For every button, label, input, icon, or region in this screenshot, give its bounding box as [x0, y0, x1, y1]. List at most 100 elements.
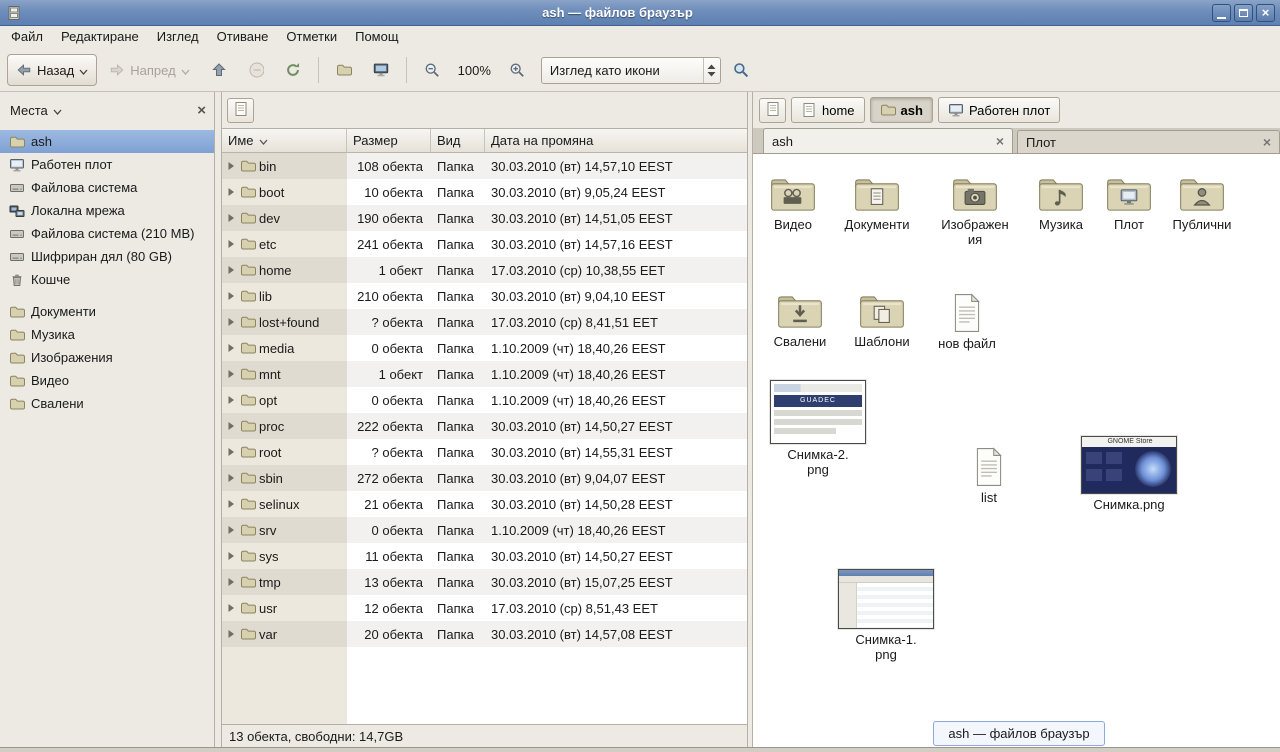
breadcrumb-button[interactable]: home — [791, 97, 865, 123]
file-icon-item[interactable]: Документи — [829, 174, 925, 232]
menu-item[interactable]: Отметки — [277, 26, 346, 49]
file-icon-item[interactable]: Публични — [1154, 174, 1250, 232]
table-row[interactable]: home 1 обект Папка 17.03.2010 (ср) 10,38… — [222, 257, 747, 283]
table-row[interactable]: opt 0 обекта Папка 1.10.2009 (чт) 18,40,… — [222, 387, 747, 413]
file-icon-item[interactable]: Видео — [753, 174, 841, 232]
column-header[interactable]: Размер — [347, 129, 431, 153]
table-row[interactable]: root ? обекта Папка 30.03.2010 (вт) 14,5… — [222, 439, 747, 465]
zoom-out-button[interactable] — [415, 54, 449, 86]
expander-icon[interactable] — [226, 420, 237, 432]
home-button[interactable] — [327, 54, 361, 86]
expander-icon[interactable] — [226, 160, 237, 172]
tab-close-icon[interactable]: × — [1263, 135, 1271, 149]
file-icon-item[interactable]: нов файл — [919, 293, 1015, 351]
expander-icon[interactable] — [226, 186, 237, 198]
file-icon-item[interactable]: Шаблони — [834, 291, 930, 349]
table-row[interactable]: etc 241 обекта Папка 30.03.2010 (вт) 14,… — [222, 231, 747, 257]
sidebar-item[interactable]: Шифриран дял (80 GB) — [0, 245, 214, 268]
file-icon-item[interactable]: list — [941, 447, 1037, 505]
table-row[interactable]: lib 210 обекта Папка 30.03.2010 (вт) 9,0… — [222, 283, 747, 309]
table-row[interactable]: selinux 21 обекта Папка 30.03.2010 (вт) … — [222, 491, 747, 517]
menu-item[interactable]: Файл — [2, 26, 52, 49]
computer-button[interactable] — [364, 54, 398, 86]
table-row[interactable]: tmp 13 обекта Папка 30.03.2010 (вт) 15,0… — [222, 569, 747, 595]
expander-icon[interactable] — [226, 524, 237, 536]
sidebar-item[interactable]: Документи — [0, 300, 214, 323]
back-button[interactable]: Назад — [7, 54, 97, 86]
table-row[interactable]: var 20 обекта Папка 30.03.2010 (вт) 14,5… — [222, 621, 747, 647]
expander-icon[interactable] — [226, 316, 237, 328]
file-icon-item[interactable]: Снимка-1.png — [828, 569, 944, 663]
expander-icon[interactable] — [226, 342, 237, 354]
location-toggle-button[interactable] — [227, 98, 254, 123]
file-icon-item[interactable]: Изображения — [927, 174, 1023, 248]
expander-icon[interactable] — [226, 550, 237, 562]
close-button[interactable]: × — [1256, 4, 1275, 22]
file-icon-item[interactable]: GUADEC Снимка-2.png — [760, 380, 876, 478]
titlebar[interactable]: ash — файлов браузър × — [0, 0, 1280, 26]
expander-icon[interactable] — [226, 602, 237, 614]
expander-icon[interactable] — [226, 394, 237, 406]
expander-icon[interactable] — [226, 472, 237, 484]
sidebar-item[interactable]: Файлова система (210 MB) — [0, 222, 214, 245]
sidebar-title[interactable]: Места — [10, 103, 48, 118]
menu-item[interactable]: Редактиране — [52, 26, 148, 49]
sidebar-item[interactable]: Кошче — [0, 268, 214, 291]
sidebar-item[interactable]: Видео — [0, 369, 214, 392]
table-row[interactable]: mnt 1 обект Папка 1.10.2009 (чт) 18,40,2… — [222, 361, 747, 387]
expander-icon[interactable] — [226, 576, 237, 588]
expander-icon[interactable] — [226, 498, 237, 510]
stop-button[interactable] — [239, 54, 273, 86]
sidebar-item[interactable]: Локална мрежа — [0, 199, 214, 222]
tab[interactable]: ash × — [763, 128, 1013, 153]
minimize-button[interactable] — [1212, 4, 1231, 22]
sidebar-item[interactable]: ash — [0, 130, 214, 153]
column-header[interactable]: Вид — [431, 129, 485, 153]
menu-item[interactable]: Изглед — [148, 26, 208, 49]
view-mode-select[interactable]: Изглед като икони — [541, 57, 721, 84]
table-row[interactable]: sys 11 обекта Папка 30.03.2010 (вт) 14,5… — [222, 543, 747, 569]
expander-icon[interactable] — [226, 368, 237, 380]
expander-icon[interactable] — [226, 212, 237, 224]
spinner-arrows-icon[interactable] — [703, 58, 720, 83]
breadcrumb-button[interactable]: ash — [870, 97, 933, 123]
expander-icon[interactable] — [226, 238, 237, 250]
tab[interactable]: Плот × — [1017, 130, 1280, 153]
table-row[interactable]: srv 0 обекта Папка 1.10.2009 (чт) 18,40,… — [222, 517, 747, 543]
column-header[interactable]: Име — [222, 129, 347, 153]
tab-close-icon[interactable]: × — [996, 134, 1004, 148]
taskbar-window-button[interactable]: ash — файлов браузър — [933, 721, 1105, 746]
file-icon-item[interactable]: GNOME Store Снимка.png — [1071, 436, 1187, 512]
expander-icon[interactable] — [226, 628, 237, 640]
table-row[interactable]: proc 222 обекта Папка 30.03.2010 (вт) 14… — [222, 413, 747, 439]
table-row[interactable]: dev 190 обекта Папка 30.03.2010 (вт) 14,… — [222, 205, 747, 231]
table-row[interactable]: bin 108 обекта Папка 30.03.2010 (вт) 14,… — [222, 153, 747, 179]
sidebar-item[interactable]: Музика — [0, 323, 214, 346]
table-row[interactable]: usr 12 обекта Папка 17.03.2010 (ср) 8,51… — [222, 595, 747, 621]
reload-button[interactable] — [276, 54, 310, 86]
zoom-in-button[interactable] — [500, 54, 534, 86]
maximize-button[interactable] — [1234, 4, 1253, 22]
search-button[interactable] — [724, 54, 758, 86]
expander-icon[interactable] — [226, 446, 237, 458]
menu-item[interactable]: Отиване — [208, 26, 278, 49]
location-toggle-button[interactable] — [759, 98, 786, 123]
menu-item[interactable]: Помощ — [346, 26, 407, 49]
zoom-level[interactable]: 100% — [452, 63, 497, 78]
sidebar-item[interactable]: Файлова система — [0, 176, 214, 199]
table-row[interactable]: boot 10 обекта Папка 30.03.2010 (вт) 9,0… — [222, 179, 747, 205]
forward-button[interactable]: Напред — [100, 54, 198, 86]
up-button[interactable] — [202, 54, 236, 86]
column-header[interactable]: Дата на промяна — [485, 129, 747, 153]
table-row[interactable]: lost+found ? обекта Папка 17.03.2010 (ср… — [222, 309, 747, 335]
sidebar-item[interactable]: Работен плот — [0, 153, 214, 176]
table-row[interactable]: media 0 обекта Папка 1.10.2009 (чт) 18,4… — [222, 335, 747, 361]
expander-icon[interactable] — [226, 290, 237, 302]
sidebar-item[interactable]: Изображения — [0, 346, 214, 369]
sidebar-item[interactable]: Свалени — [0, 392, 214, 415]
breadcrumb-button[interactable]: Работен плот — [938, 97, 1060, 123]
sidebar-close-button[interactable]: × — [197, 103, 206, 118]
expander-icon[interactable] — [226, 264, 237, 276]
table-row[interactable]: sbin 272 обекта Папка 30.03.2010 (вт) 9,… — [222, 465, 747, 491]
icon-view[interactable]: Видео Документи Изображения Музика Плот … — [753, 154, 1280, 747]
